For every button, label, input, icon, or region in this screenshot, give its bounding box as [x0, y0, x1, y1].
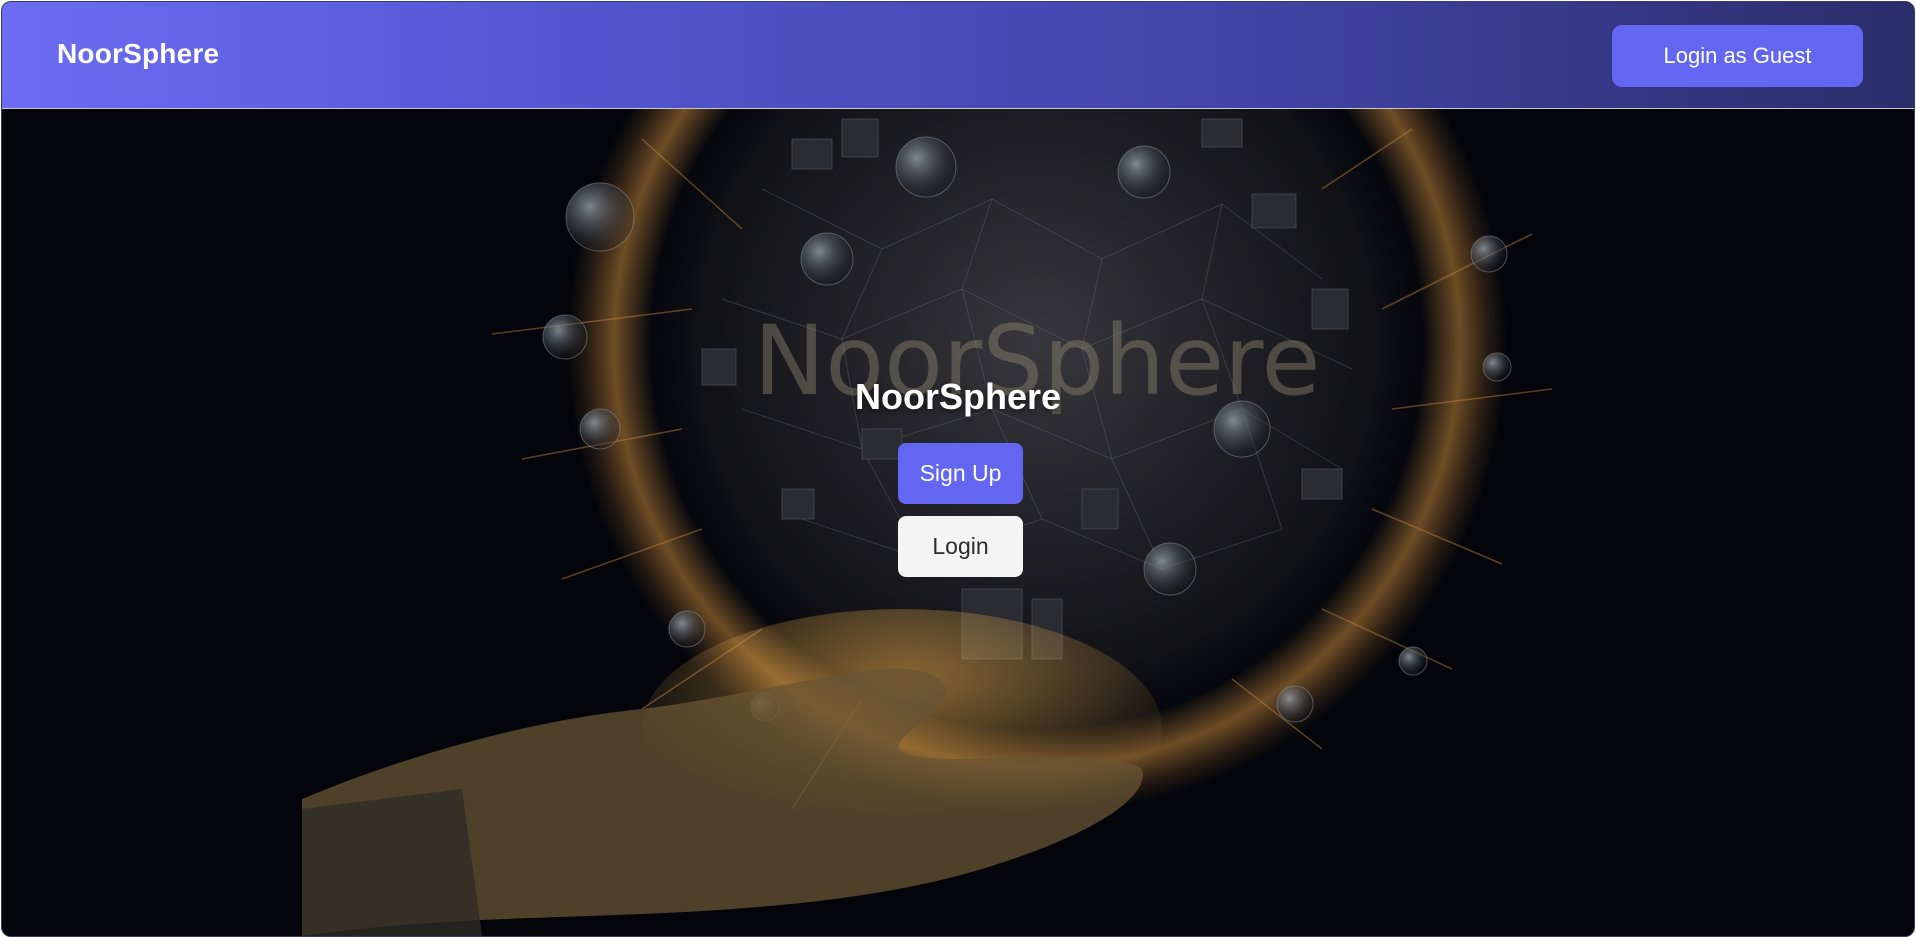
hero-section: NoorSphere NoorSphere Sign Up Login — [2, 109, 1914, 936]
app-window: NoorSphere Login as Guest NoorSphere Noo… — [1, 1, 1915, 937]
login-as-guest-button[interactable]: Login as Guest — [1612, 25, 1863, 87]
sign-up-button[interactable]: Sign Up — [898, 443, 1023, 504]
login-button[interactable]: Login — [898, 516, 1023, 577]
brand-logo-text[interactable]: NoorSphere — [57, 38, 219, 70]
navbar: NoorSphere Login as Guest — [2, 2, 1914, 109]
hero-title: NoorSphere — [854, 376, 1062, 418]
